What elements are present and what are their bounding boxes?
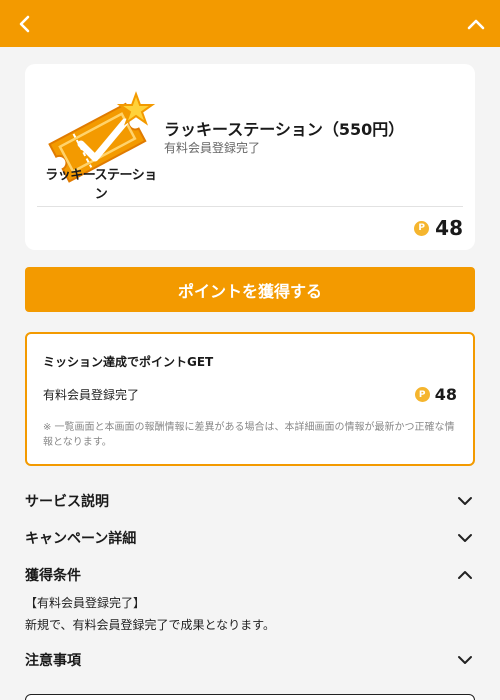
top-bar	[0, 0, 500, 47]
chevron-left-icon	[19, 15, 30, 33]
mission-box: ミッション達成でポイントGET 有料会員登録完了 P 48 ※ 一覧画面と本画面…	[25, 332, 475, 466]
offer-subtitle: 有料会員登録完了	[164, 141, 261, 155]
accordion-label: 注意事項	[25, 653, 81, 669]
back-button[interactable]	[12, 11, 38, 37]
chevron-down-icon	[455, 491, 475, 511]
chevron-down-icon	[455, 528, 475, 548]
conditions-body: 新規で、有料会員登録完了で成果となります。	[25, 618, 275, 632]
conditions-heading: 【有料会員登録完了】	[25, 596, 146, 610]
chevron-down-icon	[455, 650, 475, 670]
mission-label: 有料会員登録完了	[43, 388, 140, 402]
chevron-up-icon	[467, 19, 485, 30]
logo-wordmark: ラッキーステーション	[45, 168, 157, 202]
mission-points: P 48	[414, 385, 457, 404]
mission-note: ※ 一覧画面と本画面の報酬情報に差異がある場合は、本詳細画面の情報が最新かつ正確…	[43, 422, 455, 448]
chevron-up-icon	[455, 565, 475, 585]
collapse-button[interactable]	[462, 11, 490, 37]
bottom-button[interactable]	[25, 694, 475, 700]
accordion-notes[interactable]: 注意事項	[25, 647, 475, 673]
mission-title: ミッション達成でポイントGET	[43, 355, 214, 369]
accordion-label: 獲得条件	[25, 568, 81, 584]
accordion-label: キャンペーン詳細	[25, 531, 137, 547]
offer-title: ラッキーステーション（550円）	[164, 120, 405, 139]
point-coin-icon: P	[414, 387, 430, 402]
divider	[37, 206, 463, 207]
offer-card: ラッキーステーション ラッキーステーション（550円） 有料会員登録完了 P 4…	[25, 64, 475, 250]
offer-points-value: 48	[435, 216, 463, 240]
accordion-campaign[interactable]: キャンペーン詳細	[25, 525, 475, 551]
point-coin-icon: P	[414, 220, 430, 236]
accordion-service[interactable]: サービス説明	[25, 488, 475, 514]
get-points-button[interactable]: ポイントを獲得する	[25, 267, 475, 312]
offer-points: P 48	[414, 216, 463, 240]
accordion-label: サービス説明	[25, 494, 109, 510]
mission-points-value: 48	[434, 385, 457, 404]
accordion-conditions[interactable]: 獲得条件	[25, 562, 475, 588]
